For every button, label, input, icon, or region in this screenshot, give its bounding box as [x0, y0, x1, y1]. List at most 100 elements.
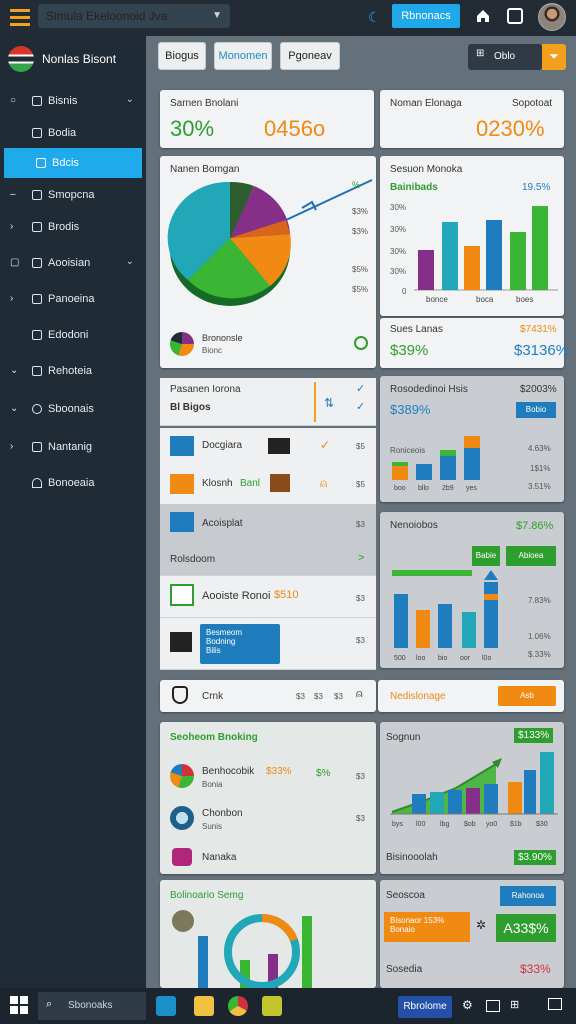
square-icon: ▢	[10, 257, 20, 268]
row-num: $5	[356, 442, 365, 451]
x-tick: bonce	[426, 295, 448, 304]
bar-foot-val: $7431%	[520, 324, 557, 335]
menu-icon[interactable]	[10, 9, 30, 27]
svg-text:yo0: yo0	[486, 821, 497, 828]
chevron-down-icon: ⌄	[10, 365, 19, 376]
bar-foot-title: Sues Lanas	[390, 324, 443, 335]
orange-box[interactable]: Bisonaor 153% Bonaio	[384, 912, 470, 942]
info-box[interactable]: Besmeom Bodning Bilis	[200, 624, 280, 664]
window-title-select[interactable]: Simula Ekeloonoid Jva ▼	[38, 4, 230, 28]
y-tick: 30%	[390, 203, 406, 212]
sidebar-item-bodia[interactable]: Bodia	[0, 118, 146, 148]
bag-icon[interactable]: ⍝	[356, 688, 363, 701]
check-icon[interactable]: ✓	[356, 400, 365, 413]
pie-pct: %	[352, 180, 360, 190]
pie-foot-sub: Bionc	[202, 346, 223, 355]
taskbar-button[interactable]: Rbrolome	[398, 996, 452, 1018]
globe-icon	[170, 806, 194, 830]
pie-pct: $5%	[352, 265, 368, 274]
taskbar-search[interactable]: Sbonoaks	[38, 992, 146, 1020]
y-tick: 30%	[390, 267, 406, 276]
page-icon	[32, 366, 42, 376]
bottom-left-panel	[160, 722, 376, 874]
sidebar-item-rehoteia[interactable]: ⌄ Rehoteia	[0, 356, 146, 386]
chevron-down-icon: ⌄	[10, 403, 19, 414]
app-name: Nonlas Bisont	[42, 52, 117, 66]
chevron-down-icon: ▼	[212, 10, 222, 21]
svg-text:2b9: 2b9	[442, 485, 454, 492]
monitor-icon[interactable]	[486, 1000, 500, 1012]
folder-icon[interactable]	[194, 996, 214, 1016]
page-icon	[32, 222, 42, 232]
strip-num: $3	[334, 692, 343, 701]
top-action-button[interactable]: Rbnonacs	[392, 4, 460, 28]
page-icon	[32, 258, 42, 268]
tab-monomen[interactable]: Monomen	[214, 42, 272, 70]
page-icon	[32, 442, 42, 452]
svg-text:yes: yes	[466, 485, 477, 492]
pie-pct: $3%	[352, 207, 368, 216]
sidebar-item-brodis[interactable]: › Brodis	[0, 212, 146, 242]
arrows-icon	[170, 474, 194, 494]
gear-icon[interactable]: ⚙	[462, 998, 473, 1012]
folder-icon	[32, 96, 42, 106]
svg-text:$ob: $ob	[464, 821, 476, 828]
stack-icon	[170, 512, 194, 532]
divider	[314, 382, 316, 422]
sidebar-item-edodoni[interactable]: Edodoni	[0, 320, 146, 350]
row-label: Klosnh	[202, 478, 233, 489]
strip-button[interactable]: Asb	[498, 686, 556, 706]
y-tick: 30%	[390, 247, 406, 256]
shield-icon	[172, 686, 188, 704]
check-circle-icon[interactable]	[354, 336, 368, 350]
app-icon[interactable]	[156, 996, 176, 1016]
row-label: Chonbon	[202, 808, 243, 819]
sidebar-item-sboonais[interactable]: ⌄ Sboonais	[0, 394, 146, 424]
tab-biogus[interactable]: Biogus	[158, 42, 206, 70]
mid-panel-pct: 3.51%	[528, 482, 551, 491]
svg-text:l00: l00	[416, 821, 425, 828]
network-icon[interactable]: ⊞	[510, 998, 519, 1011]
sidebar-item-aooisian[interactable]: ▢ Aooisian ⌄	[0, 248, 146, 278]
bottom-card-val: A33$%	[496, 914, 556, 942]
chevron-right-icon[interactable]: >	[358, 552, 364, 564]
mid-panel-button[interactable]: Bobio	[516, 402, 556, 418]
sidebar-item-bonoeaia[interactable]: Bonoeaia	[0, 468, 146, 498]
line-panel-foot: Bisinooolah	[386, 852, 438, 863]
chart-pct: 7.83%	[528, 596, 551, 605]
check-icon[interactable]: ✓	[320, 438, 330, 452]
bottom-card-button[interactable]: Rahonoa	[500, 886, 556, 906]
row-num: $3	[356, 636, 365, 645]
check-icon[interactable]: ✓	[356, 382, 365, 395]
browser-icon[interactable]	[228, 996, 248, 1016]
avatar[interactable]	[538, 3, 566, 31]
settings-icon[interactable]: ✲	[476, 918, 486, 932]
svg-text:l0o: l0o	[482, 655, 491, 662]
row-label: Aooiste Ronoi	[202, 590, 271, 602]
chart-panel-title: Nenoiobos	[390, 520, 438, 531]
notification-icon[interactable]	[548, 998, 562, 1010]
row-label: Benhocobik	[202, 766, 255, 777]
task-panel-sub: Bl Bigos	[170, 402, 211, 413]
svg-text:500: 500	[394, 655, 406, 662]
windows-start-icon[interactable]	[10, 996, 28, 1014]
bag-icon[interactable]: ⍝	[320, 476, 327, 491]
page-icon	[36, 158, 46, 168]
row-num: $3	[356, 594, 365, 603]
sidebar-item-panoeina[interactable]: › Panoeina	[0, 284, 146, 314]
home-icon[interactable]	[475, 8, 491, 24]
bar-chart: 30% 30% 30% 30% 0 bonce boca boes	[390, 203, 558, 304]
moon-icon[interactable]: ☾	[368, 9, 381, 26]
filter-icon[interactable]: ⏷	[542, 44, 566, 70]
tab-pgoneav[interactable]: Pgoneav	[280, 42, 340, 70]
row-sub: Bonia	[202, 780, 223, 789]
sidebar-item-bdcis[interactable]: Bdcis	[4, 148, 142, 178]
svg-text:bio: bio	[438, 655, 447, 662]
sidebar-item-bisnis[interactable]: ○ Bisnis ⌄	[0, 86, 146, 116]
sidebar-item-smopcna[interactable]: – Smopcna	[0, 180, 146, 210]
sidebar-item-nantanig[interactable]: › Nantanig	[0, 432, 146, 462]
app-icon[interactable]	[262, 996, 282, 1016]
svg-text:bys: bys	[392, 821, 403, 828]
display-icon[interactable]	[507, 8, 523, 24]
sort-icon[interactable]: ⇅	[324, 396, 334, 410]
